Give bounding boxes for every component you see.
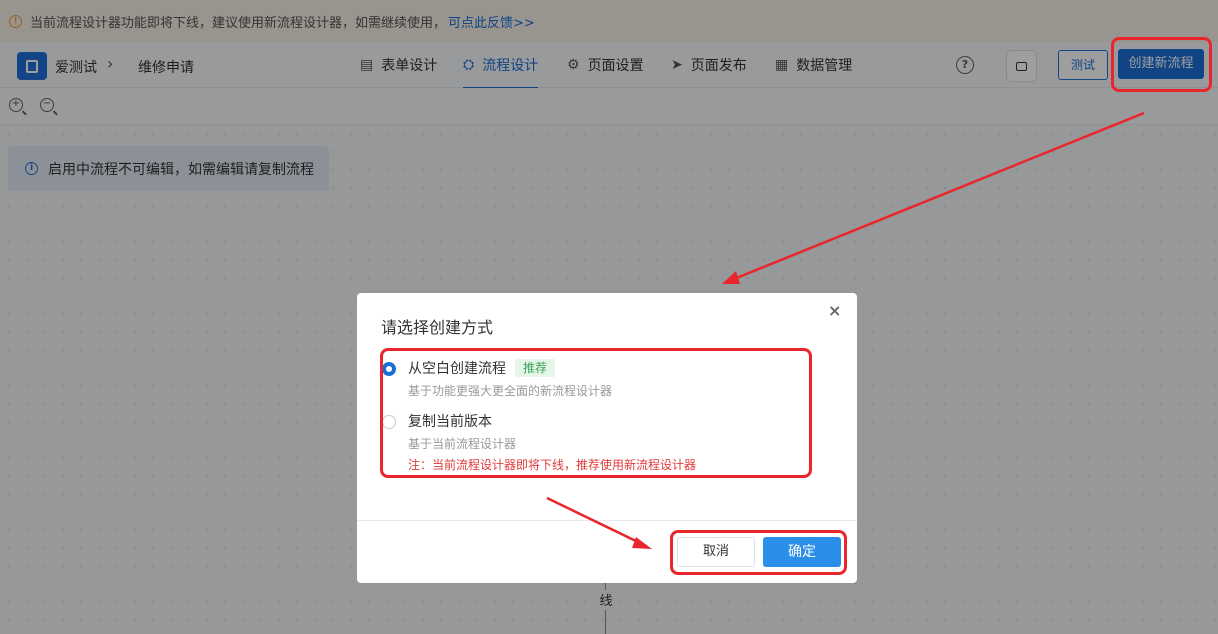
annotation-arrows <box>546 111 1145 549</box>
arrow-to-buttons <box>546 496 641 545</box>
arrow-head-buttons <box>632 537 652 549</box>
arrow-to-dialog <box>733 111 1145 281</box>
arrow-head-dialog <box>722 271 740 284</box>
